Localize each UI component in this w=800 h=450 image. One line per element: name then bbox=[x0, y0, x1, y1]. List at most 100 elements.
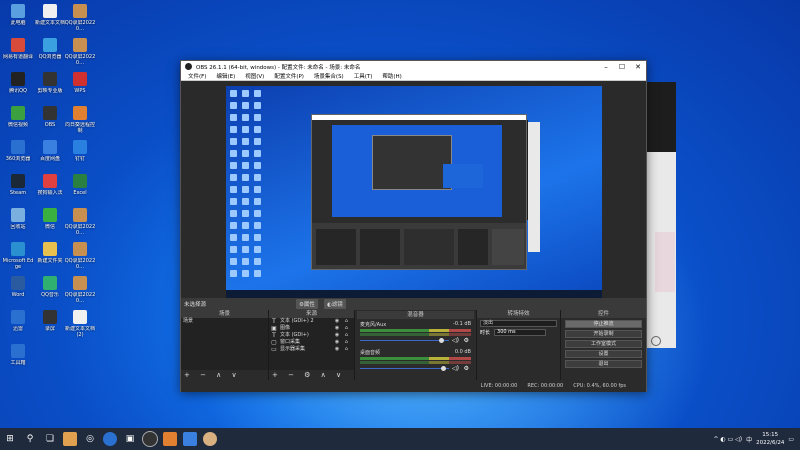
avatar-icon[interactable] bbox=[203, 432, 217, 446]
desktop-icon[interactable]: QQ录屏20220… bbox=[64, 276, 96, 304]
source-item[interactable]: T 文本 (GDI+) ◉ ⌂ bbox=[269, 332, 354, 339]
background-window-button[interactable] bbox=[651, 336, 661, 346]
controls-dock: 控件 停止推流 开始录制 工作室模式 设置 退出 bbox=[561, 310, 646, 380]
duration-input[interactable]: 300 ms bbox=[494, 329, 547, 336]
obs-titlebar[interactable]: OBS 26.1.1 (64-bit, windows) - 配置文件: 未命名… bbox=[181, 61, 646, 72]
obs-logo-icon bbox=[185, 63, 192, 70]
desktop-icon[interactable]: 360浏览器 bbox=[2, 140, 34, 168]
desktop-icon[interactable]: QQ浏览器 bbox=[34, 38, 66, 66]
desktop-icon[interactable]: 剪映专业版 bbox=[34, 72, 66, 100]
channel-name: 麦克风/Aux bbox=[360, 322, 387, 328]
desktop-icon[interactable]: 新建文本文档 bbox=[34, 4, 66, 32]
desktop-icon[interactable]: QQ录屏20220… bbox=[64, 38, 96, 66]
desktop-icon[interactable]: Excel bbox=[64, 174, 96, 202]
visibility-lock-icon[interactable]: ◉ ⌂ bbox=[335, 318, 350, 325]
menu-scene-collection[interactable]: 场景集合(S) bbox=[314, 72, 344, 80]
desktop-icon[interactable]: 工具箱 bbox=[2, 344, 34, 372]
maximize-button[interactable]: ☐ bbox=[614, 63, 630, 71]
desktop-icon[interactable]: QQ录屏20220… bbox=[64, 208, 96, 236]
menu-edit[interactable]: 编辑(E) bbox=[216, 72, 235, 80]
menu-file[interactable]: 文件(F) bbox=[188, 72, 206, 80]
sources-footer-buttons[interactable]: + − ⚙ ∧ ∨ bbox=[269, 370, 354, 380]
desktop-icon[interactable]: 百度网盘 bbox=[34, 140, 66, 168]
source-item[interactable]: ▣ 图像 ◉ ⌂ bbox=[269, 325, 354, 332]
speaker-icon[interactable]: ◁) bbox=[452, 365, 459, 372]
desktop-icon[interactable]: 腾讯QQ bbox=[2, 72, 34, 100]
preview-icon bbox=[230, 198, 237, 205]
menu-profile[interactable]: 配置文件(P) bbox=[274, 72, 304, 80]
studio-mode-button[interactable]: 工作室模式 bbox=[565, 340, 642, 348]
close-button[interactable]: ✕ bbox=[630, 63, 646, 71]
desktop-icon-label: 腾讯QQ bbox=[9, 88, 27, 94]
desktop-icon[interactable]: Microsoft Edge bbox=[2, 242, 34, 270]
start-recording-button[interactable]: 开始录制 bbox=[565, 330, 642, 338]
browser-icon[interactable] bbox=[103, 432, 117, 446]
gear-icon[interactable]: ⚙ bbox=[464, 365, 469, 372]
background-window[interactable] bbox=[646, 82, 676, 348]
store-icon[interactable] bbox=[183, 432, 197, 446]
desktop-icon[interactable]: QQ音乐 bbox=[34, 276, 66, 304]
desktop-icon[interactable]: 微信视频 bbox=[2, 106, 34, 134]
tray-icons[interactable]: ^ ◐ ▭ ◁) bbox=[714, 436, 743, 443]
start-icon[interactable]: ⊞ bbox=[3, 432, 17, 446]
app-icon[interactable] bbox=[63, 432, 77, 446]
obs-taskbar-icon[interactable] bbox=[142, 431, 158, 447]
desktop-icon[interactable]: 回收站 bbox=[2, 208, 34, 236]
desktop-icon[interactable]: 此电脑 bbox=[2, 4, 34, 32]
ime-indicator[interactable]: 中 bbox=[746, 435, 752, 444]
stop-streaming-button[interactable]: 停止推流 bbox=[565, 320, 642, 328]
settings-button[interactable]: 设置 bbox=[565, 350, 642, 358]
desktop-icon[interactable]: 微信 bbox=[34, 208, 66, 236]
desktop-icon[interactable]: 搜狗输入法 bbox=[34, 174, 66, 202]
volume-slider[interactable]: ◁) ⚙ bbox=[360, 337, 471, 344]
obs-window[interactable]: OBS 26.1.1 (64-bit, windows) - 配置文件: 未命名… bbox=[180, 60, 647, 392]
source-item[interactable]: ▢ 窗口采集 ◉ ⌂ bbox=[269, 339, 354, 346]
search-icon[interactable]: ⚲ bbox=[23, 432, 37, 446]
desktop-icon[interactable]: Steam bbox=[2, 174, 34, 202]
obs-preview[interactable] bbox=[181, 82, 646, 298]
desktop-icon[interactable]: 录屏 bbox=[34, 310, 66, 338]
filters-button[interactable]: ◐滤镜 bbox=[323, 299, 346, 309]
volume-slider[interactable]: ◁) ⚙ bbox=[360, 365, 471, 372]
source-item[interactable]: ▭ 显示器采集 ◉ ⌂ bbox=[269, 346, 354, 353]
desktop-icon[interactable]: 钉钉 bbox=[64, 140, 96, 168]
minimize-button[interactable]: – bbox=[598, 63, 614, 71]
desktop-icon[interactable]: 新建文本文档(2) bbox=[64, 310, 96, 338]
menu-view[interactable]: 视图(V) bbox=[245, 72, 264, 80]
clock[interactable]: 15:15 2022/6/24 bbox=[756, 431, 784, 447]
desktop-icon[interactable]: OBS bbox=[34, 106, 66, 134]
desktop-icon-label: 新建文件夹 bbox=[37, 258, 63, 264]
visibility-lock-icon[interactable]: ◉ ⌂ bbox=[335, 346, 350, 353]
source-item[interactable]: T 文本 (GDI+) 2 ◉ ⌂ bbox=[269, 318, 354, 325]
menu-tools[interactable]: 工具(T) bbox=[354, 72, 373, 80]
scene-item[interactable]: 场景 bbox=[181, 318, 268, 325]
steam-icon[interactable]: ◎ bbox=[83, 432, 97, 446]
recorder-icon[interactable]: ▣ bbox=[123, 432, 137, 446]
desktop-icon[interactable]: QQ录屏20220… bbox=[64, 4, 96, 32]
scenes-footer-buttons[interactable]: + − ∧ ∨ bbox=[181, 370, 268, 380]
mixer-channel: 桌面音频 0.0 dB ◁) ⚙ bbox=[360, 349, 471, 372]
preview-icon bbox=[254, 138, 261, 145]
desktop-icon[interactable]: 新建文件夹 bbox=[34, 242, 66, 270]
desktop-icon[interactable]: QQ录屏20220… bbox=[64, 242, 96, 270]
visibility-lock-icon[interactable]: ◉ ⌂ bbox=[335, 332, 350, 339]
task-view-icon[interactable]: ❏ bbox=[43, 432, 57, 446]
desktop-icon[interactable]: 迅雷 bbox=[2, 310, 34, 338]
exit-button[interactable]: 退出 bbox=[565, 360, 642, 368]
app-icon bbox=[11, 106, 25, 120]
speaker-icon[interactable]: ◁) bbox=[452, 337, 459, 344]
properties-button[interactable]: ⚙属性 bbox=[296, 299, 318, 309]
notification-icon[interactable]: ▭ bbox=[788, 436, 794, 443]
desktop-icon[interactable]: 向日葵远程控制 bbox=[64, 106, 96, 134]
visibility-lock-icon[interactable]: ◉ ⌂ bbox=[335, 339, 350, 346]
transition-select[interactable]: 淡出 bbox=[480, 320, 557, 327]
menu-help[interactable]: 帮助(H) bbox=[382, 72, 401, 80]
desktop-icon[interactable]: Word bbox=[2, 276, 34, 304]
visibility-lock-icon[interactable]: ◉ ⌂ bbox=[335, 325, 350, 332]
desktop-icon[interactable]: WPS bbox=[64, 72, 96, 100]
folder-icon[interactable] bbox=[163, 432, 177, 446]
gear-icon[interactable]: ⚙ bbox=[464, 337, 469, 344]
desktop-icon[interactable]: 网易有道翻译 bbox=[2, 38, 34, 66]
desktop-icon-label: Steam bbox=[9, 190, 27, 196]
preview-icon bbox=[254, 162, 261, 169]
